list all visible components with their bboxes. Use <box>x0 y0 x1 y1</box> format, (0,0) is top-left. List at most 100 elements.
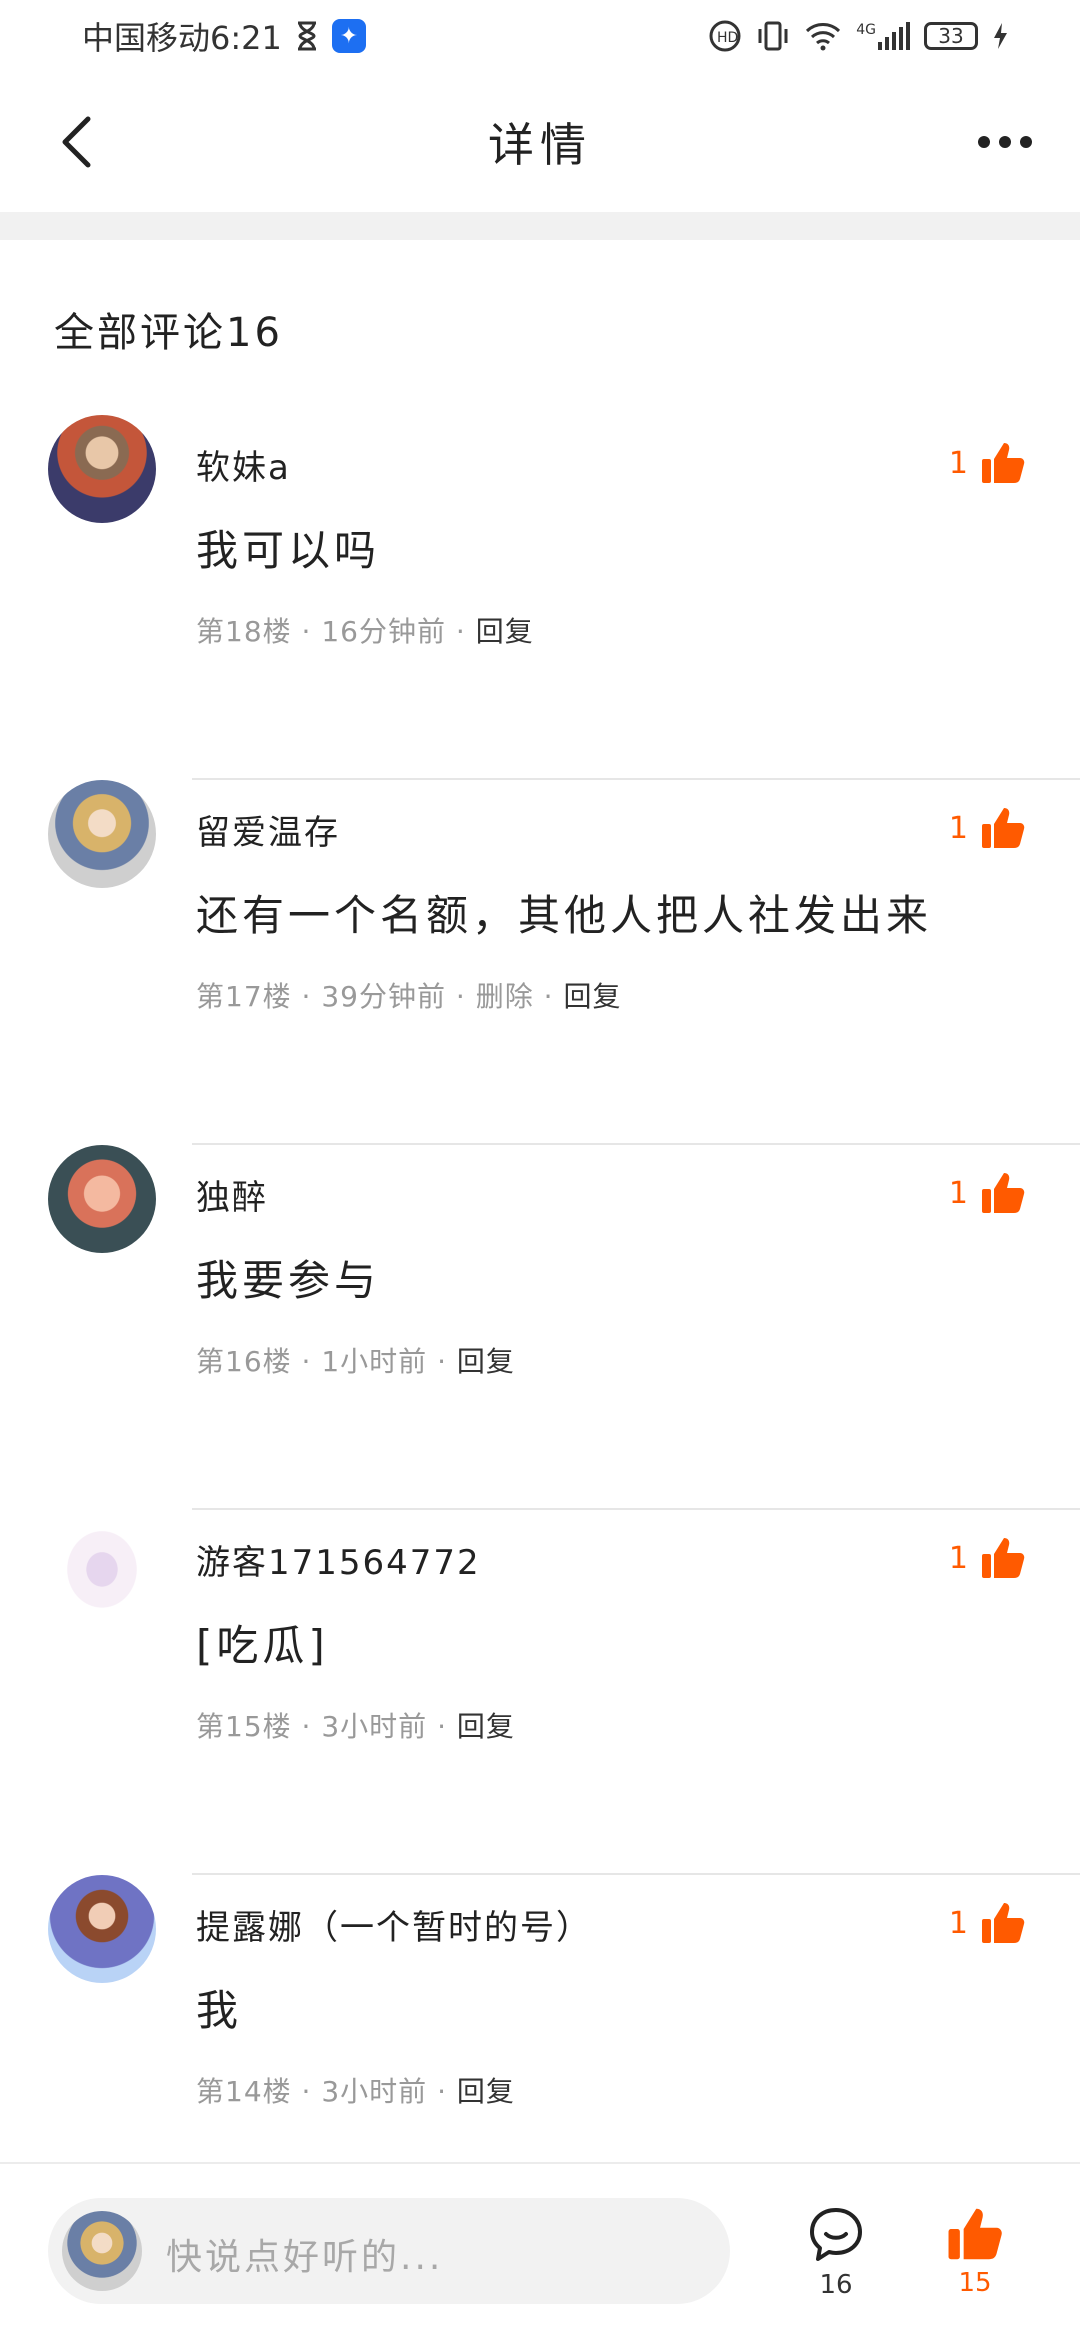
more-dot <box>1020 136 1032 148</box>
avatar[interactable] <box>48 415 156 523</box>
comment-author[interactable]: 游客171564772 <box>196 1535 481 1584</box>
comment-input[interactable]: 快说点好听的... <box>48 2198 730 2304</box>
reply-button[interactable]: 回复 <box>457 2075 515 2108</box>
comment-item: 独醉 1 我要参与 第16楼 · 1小时前 · 回复 <box>0 1145 1080 1510</box>
comment-floor: 第17楼 <box>196 980 292 1013</box>
comment-count: 16 <box>819 2270 853 2300</box>
comment-author[interactable]: 软妹a <box>196 440 291 489</box>
thumbs-up-icon <box>982 443 1025 483</box>
comment-item: 游客171564772 1 [吃瓜] 第15楼 · 3小时前 · 回复 <box>0 1510 1080 1875</box>
more-dot <box>999 136 1011 148</box>
separator: · <box>437 1710 447 1743</box>
like-count: 1 <box>948 1540 968 1576</box>
avatar <box>62 2211 142 2291</box>
comment-text: 我可以吗 <box>196 526 381 575</box>
comment-floor: 第14楼 <box>196 2075 292 2108</box>
hd-call-icon: HD <box>709 20 741 52</box>
separator: · <box>301 1710 322 1743</box>
section-divider <box>0 212 1080 240</box>
comment-author[interactable]: 独醉 <box>196 1170 268 1219</box>
comment-floor: 第16楼 <box>196 1345 292 1378</box>
status-bar: 中国移动6:21 ✦ HD 4G 33 <box>0 0 1080 72</box>
comments-button[interactable]: 16 <box>791 2206 881 2300</box>
signal-label: 4G <box>856 22 876 38</box>
battery-icon: 33 <box>924 22 978 50</box>
comment-text: 我要参与 <box>196 1256 381 1305</box>
separator: · <box>437 1345 447 1378</box>
like-button[interactable]: 1 <box>949 806 1026 850</box>
separator: · <box>455 980 476 1013</box>
chevron-left-icon <box>62 116 91 168</box>
reply-button[interactable]: 回复 <box>476 615 534 648</box>
page-title: 详情 <box>488 118 592 172</box>
carrier-time: 中国移动6:21 <box>82 19 282 57</box>
reply-button[interactable]: 回复 <box>563 980 621 1013</box>
comment-meta: 第15楼 · 3小时前 · 回复 <box>196 1705 515 1745</box>
separator: · <box>301 980 322 1013</box>
status-left: 中国移动6:21 ✦ <box>82 13 366 59</box>
separator: · <box>543 980 564 1013</box>
thumbs-up-icon <box>982 1173 1025 1213</box>
thumbs-up-icon <box>948 2208 1002 2260</box>
separator: · <box>301 615 322 648</box>
like-count: 1 <box>948 445 968 481</box>
cellular-signal: 4G <box>856 22 910 50</box>
hourglass-icon <box>297 21 316 51</box>
avatar[interactable] <box>48 780 156 888</box>
comment-time: 1小时前 <box>321 1345 428 1378</box>
separator: · <box>301 2075 322 2108</box>
avatar[interactable] <box>48 1510 156 1618</box>
like-button[interactable]: 1 <box>949 1536 1026 1580</box>
comment-meta: 第17楼 · 39分钟前 · 删除 · 回复 <box>196 975 621 1015</box>
thumbs-up-icon <box>982 1903 1025 1943</box>
thumbs-up-icon <box>982 1538 1025 1578</box>
comment-text: [吃瓜] <box>196 1621 329 1670</box>
charging-icon <box>994 23 1007 49</box>
comment-time: 39分钟前 <box>321 980 446 1013</box>
comment-time: 3小时前 <box>321 2075 428 2108</box>
input-placeholder: 快说点好听的... <box>166 2237 444 2278</box>
more-button[interactable] <box>970 120 1040 164</box>
reply-button[interactable]: 回复 <box>457 1710 515 1743</box>
comment-meta: 第16楼 · 1小时前 · 回复 <box>196 1340 515 1380</box>
avatar[interactable] <box>48 1145 156 1253</box>
comment-bubble-icon <box>810 2208 862 2261</box>
comment-item: 留爱温存 1 还有一个名额，其他人把人社发出来 第17楼 · 39分钟前 · 删… <box>0 780 1080 1145</box>
more-dot <box>978 136 990 148</box>
like-button[interactable]: 1 <box>949 441 1026 485</box>
comment-item: 软妹a 1 我可以吗 第18楼 · 16分钟前 · 回复 <box>0 415 1080 780</box>
reply-button[interactable]: 回复 <box>457 1345 515 1378</box>
comment-author[interactable]: 留爱温存 <box>196 805 340 854</box>
svg-text:HD: HD <box>717 30 738 46</box>
bottom-like-button[interactable]: 15 <box>930 2206 1020 2298</box>
comment-text: 还有一个名额，其他人把人社发出来 <box>196 891 933 940</box>
like-count: 1 <box>948 1175 968 1211</box>
comment-meta: 第14楼 · 3小时前 · 回复 <box>196 2070 515 2110</box>
separator: · <box>455 615 466 648</box>
comment-meta: 第18楼 · 16分钟前 · 回复 <box>196 610 534 650</box>
wifi-icon <box>806 23 841 51</box>
vibrate-icon <box>758 21 788 51</box>
comment-time: 3小时前 <box>321 1710 428 1743</box>
separator: · <box>301 1345 322 1378</box>
like-count: 1 <box>948 810 968 846</box>
bottom-bar: 快说点好听的... 16 15 <box>0 2162 1080 2342</box>
comment-time: 16分钟前 <box>321 615 446 648</box>
like-button[interactable]: 1 <box>949 1171 1026 1215</box>
comment-floor: 第15楼 <box>196 1710 292 1743</box>
comments-header: 全部评论16 <box>54 310 283 356</box>
like-total: 15 <box>958 2268 992 2298</box>
lightbulb-icon: ✦ <box>331 19 366 53</box>
battery-level: 33 <box>938 24 964 48</box>
comment-floor: 第18楼 <box>196 615 292 648</box>
thumbs-up-icon <box>982 808 1025 848</box>
separator: · <box>437 2075 447 2108</box>
avatar[interactable] <box>48 1875 156 1983</box>
nav-bar: 详情 <box>0 72 1080 212</box>
comment-text: 我 <box>196 1986 243 2035</box>
status-right: HD 4G 33 <box>708 19 1008 53</box>
comment-author[interactable]: 提露娜（一个暂时的号） <box>196 1900 592 1949</box>
delete-button[interactable]: 删除 <box>476 980 534 1013</box>
back-button[interactable] <box>48 114 104 170</box>
like-button[interactable]: 1 <box>949 1901 1026 1945</box>
